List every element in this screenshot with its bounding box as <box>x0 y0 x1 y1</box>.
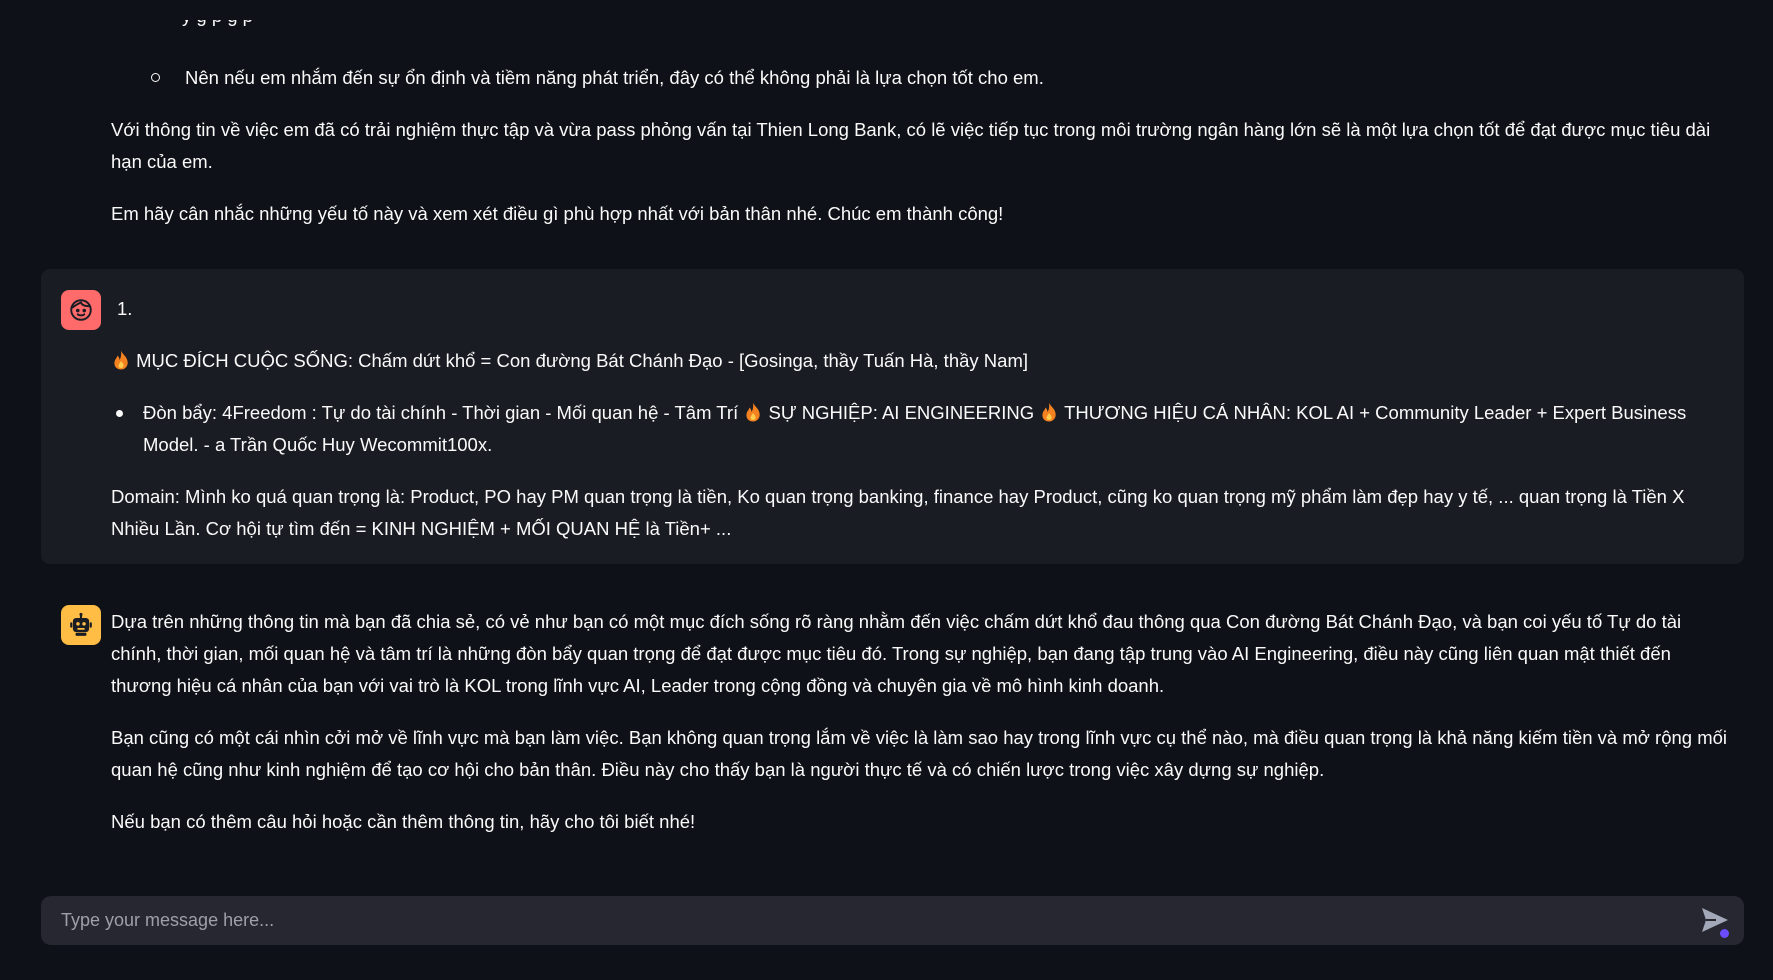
fire-icon <box>114 350 128 370</box>
life-purpose-text: MỤC ĐÍCH CUỘC SỐNG: Chấm dứt khổ = Con đ… <box>136 350 1028 371</box>
status-dot <box>1720 929 1729 938</box>
smiley-face-icon <box>70 299 92 321</box>
life-purpose-line: MỤC ĐÍCH CUỘC SỐNG: Chấm dứt khổ = Con đ… <box>111 345 1028 377</box>
partial-line: y g p g p <box>111 20 1111 52</box>
reply-paragraph: Bạn cũng có một cái nhìn cởi mở về lĩnh … <box>111 727 1728 780</box>
domain-paragraph: Domain: Mình ko quá quan trọng là: Produ… <box>111 486 1685 539</box>
sub-bullet-text: Nên nếu em nhắm đến sự ổn định và tiềm n… <box>185 67 1044 88</box>
chat-input-bar <box>41 896 1744 945</box>
fire-icon <box>746 402 761 422</box>
user-avatar <box>61 290 101 330</box>
chat-app: y g p g p Nên nếu em nhắm đến sự ổn định… <box>0 0 1773 980</box>
chat-message-input[interactable] <box>61 896 1661 945</box>
list-number: 1. <box>117 298 133 319</box>
fire-icon <box>1042 402 1056 422</box>
circle-bullet-icon <box>151 72 160 82</box>
reply-paragraph: Dựa trên những thông tin mà bạn đã chia … <box>111 611 1682 696</box>
reply-paragraph: Nếu bạn có thêm câu hỏi hoặc cần thêm th… <box>111 811 696 832</box>
partial-line-text: y g p g p <box>182 20 253 32</box>
bullet-dot-icon <box>116 410 123 417</box>
user-message: 1. MỤC ĐÍCH CUỘC SỐNG: Chấm dứt khổ = Co… <box>41 269 1744 564</box>
leverage-text: Đòn bẩy: 4Freedom : Tự do tài chính - Th… <box>143 402 739 423</box>
robot-icon <box>70 612 92 636</box>
leverage-bullet-item: Đòn bẩy: 4Freedom : Tự do tài chính - Th… <box>116 397 1733 461</box>
career-text: SỰ NGHIỆP: AI ENGINEERING <box>768 402 1035 423</box>
sub-bullet-item: Nên nếu em nhắm đến sự ổn định và tiềm n… <box>151 62 1044 94</box>
bot-avatar <box>61 605 101 645</box>
reply-paragraph: Em hãy cân nhắc những yếu tố này và xem … <box>111 203 1004 224</box>
reply-paragraph: Với thông tin về việc em đã có trải nghi… <box>111 119 1711 172</box>
